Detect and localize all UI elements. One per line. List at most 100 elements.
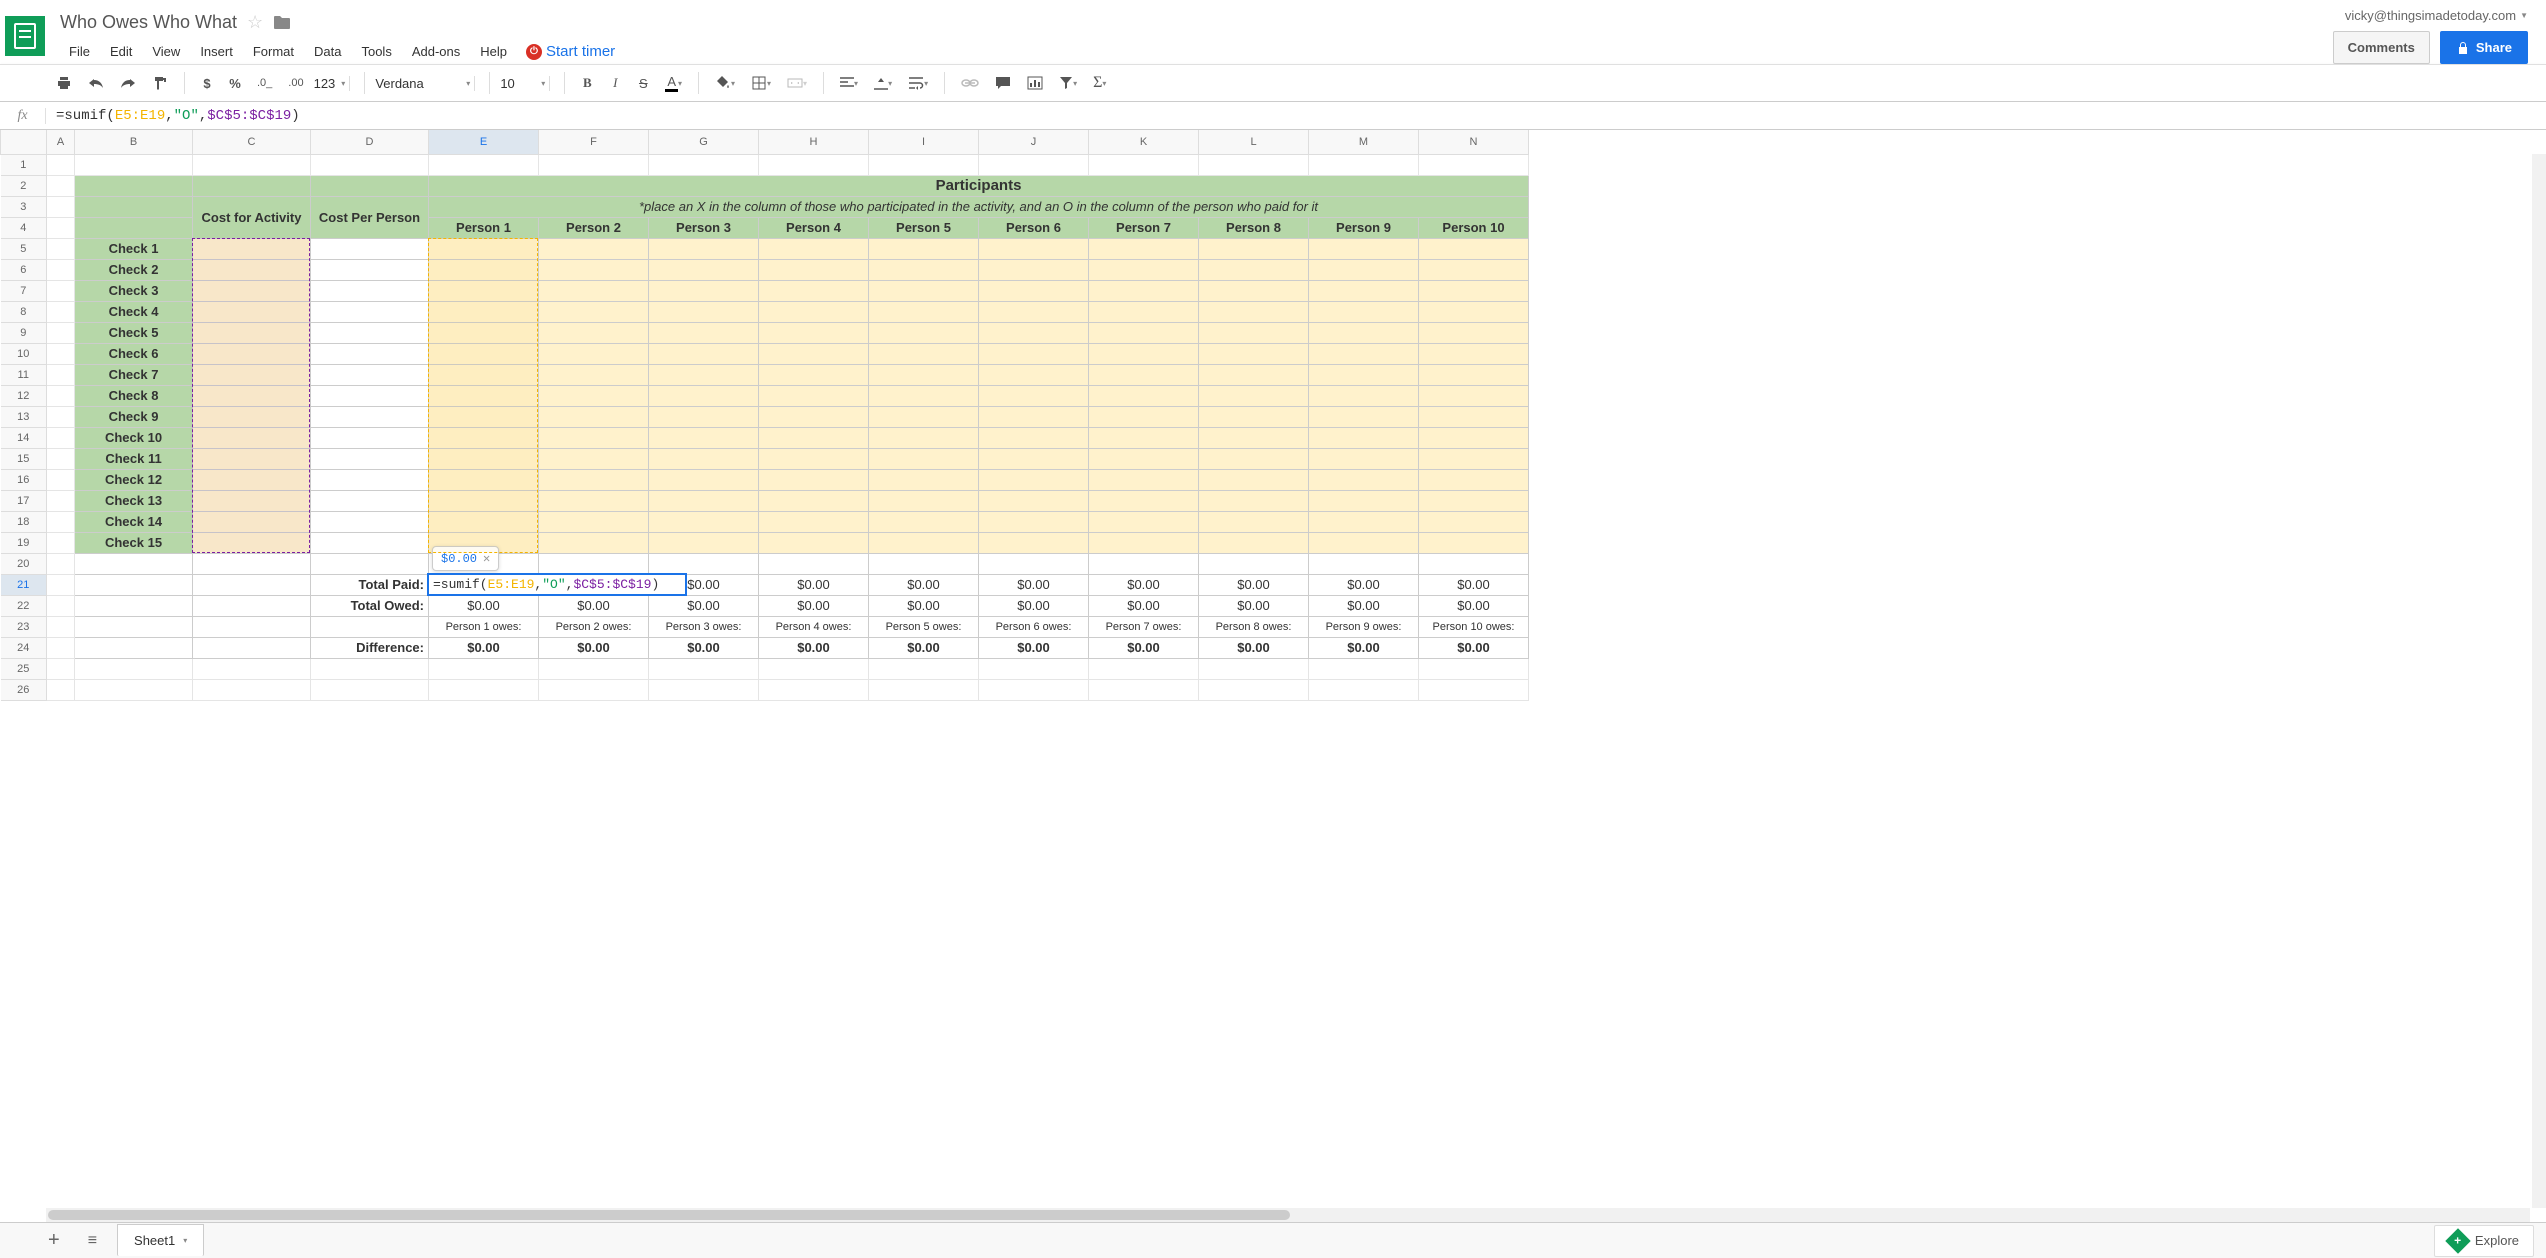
cell-D1[interactable] bbox=[311, 154, 429, 175]
cell-K13[interactable] bbox=[1089, 406, 1199, 427]
cell-K11[interactable] bbox=[1089, 364, 1199, 385]
row-header-10[interactable]: 10 bbox=[1, 343, 47, 364]
cell-N23[interactable]: Person 10 owes: bbox=[1419, 616, 1529, 637]
filter-icon[interactable]: ▾ bbox=[1053, 70, 1083, 96]
cell-E24[interactable]: $0.00 bbox=[429, 637, 539, 658]
cell-N11[interactable] bbox=[1419, 364, 1529, 385]
cell-F22[interactable]: $0.00 bbox=[539, 595, 649, 616]
cell-J17[interactable] bbox=[979, 490, 1089, 511]
borders-icon[interactable]: ▾ bbox=[745, 70, 777, 96]
cell-E9[interactable] bbox=[429, 322, 539, 343]
cell-B24[interactable] bbox=[75, 637, 193, 658]
cell-C19[interactable] bbox=[193, 532, 311, 553]
row-header-20[interactable]: 20 bbox=[1, 553, 47, 574]
cell-I10[interactable] bbox=[869, 343, 979, 364]
cell-G5[interactable] bbox=[649, 238, 759, 259]
cell-I24[interactable]: $0.00 bbox=[869, 637, 979, 658]
increase-decimal-icon[interactable]: .00 bbox=[282, 70, 309, 96]
horizontal-align-icon[interactable]: ▾ bbox=[834, 70, 864, 96]
cell-F19[interactable] bbox=[539, 532, 649, 553]
cell-H15[interactable] bbox=[759, 448, 869, 469]
close-icon[interactable]: ✕ bbox=[483, 551, 490, 566]
cell-B14[interactable]: Check 10 bbox=[75, 427, 193, 448]
cell-E4[interactable]: Person 1 bbox=[429, 217, 539, 238]
cell-C13[interactable] bbox=[193, 406, 311, 427]
cell-K8[interactable] bbox=[1089, 301, 1199, 322]
cell-A16[interactable] bbox=[47, 469, 75, 490]
cell-N15[interactable] bbox=[1419, 448, 1529, 469]
cell-F14[interactable] bbox=[539, 427, 649, 448]
cell-D16[interactable] bbox=[311, 469, 429, 490]
cell-H19[interactable] bbox=[759, 532, 869, 553]
cell-C23[interactable] bbox=[193, 616, 311, 637]
cell-A22[interactable] bbox=[47, 595, 75, 616]
cell-N10[interactable] bbox=[1419, 343, 1529, 364]
cell-C5[interactable] bbox=[193, 238, 311, 259]
cell-L21[interactable]: $0.00 bbox=[1199, 574, 1309, 595]
cell-L8[interactable] bbox=[1199, 301, 1309, 322]
cell-G21[interactable]: $0.00 bbox=[649, 574, 759, 595]
cell-E16[interactable] bbox=[429, 469, 539, 490]
share-button[interactable]: Share bbox=[2440, 31, 2528, 64]
cell-E21[interactable] bbox=[429, 574, 539, 595]
cell-E12[interactable] bbox=[429, 385, 539, 406]
cell-M14[interactable] bbox=[1309, 427, 1419, 448]
cell-M25[interactable] bbox=[1309, 658, 1419, 679]
cell-E25[interactable] bbox=[429, 658, 539, 679]
menu-tools[interactable]: Tools bbox=[352, 40, 400, 63]
cell-C11[interactable] bbox=[193, 364, 311, 385]
cell-L4[interactable]: Person 8 bbox=[1199, 217, 1309, 238]
cell-G15[interactable] bbox=[649, 448, 759, 469]
row-header-22[interactable]: 22 bbox=[1, 595, 47, 616]
cell-E23[interactable]: Person 1 owes: bbox=[429, 616, 539, 637]
cell-D12[interactable] bbox=[311, 385, 429, 406]
cell-L20[interactable] bbox=[1199, 553, 1309, 574]
row-header-25[interactable]: 25 bbox=[1, 658, 47, 679]
cell-N17[interactable] bbox=[1419, 490, 1529, 511]
cell-N5[interactable] bbox=[1419, 238, 1529, 259]
row-header-18[interactable]: 18 bbox=[1, 511, 47, 532]
cell-K12[interactable] bbox=[1089, 385, 1199, 406]
cell-D23[interactable] bbox=[311, 616, 429, 637]
cell-D24[interactable]: Difference: bbox=[311, 637, 429, 658]
cell-I25[interactable] bbox=[869, 658, 979, 679]
cell-F9[interactable] bbox=[539, 322, 649, 343]
cell-K17[interactable] bbox=[1089, 490, 1199, 511]
cell-F16[interactable] bbox=[539, 469, 649, 490]
cell-C8[interactable] bbox=[193, 301, 311, 322]
cell-J7[interactable] bbox=[979, 280, 1089, 301]
fx-icon[interactable]: fx bbox=[0, 108, 46, 124]
cell-B13[interactable]: Check 9 bbox=[75, 406, 193, 427]
column-header-M[interactable]: M bbox=[1309, 130, 1419, 154]
cell-L16[interactable] bbox=[1199, 469, 1309, 490]
cell-L5[interactable] bbox=[1199, 238, 1309, 259]
text-wrap-icon[interactable]: ▾ bbox=[902, 70, 934, 96]
cell-I23[interactable]: Person 5 owes: bbox=[869, 616, 979, 637]
cell-G12[interactable] bbox=[649, 385, 759, 406]
start-timer-button[interactable]: ⏻ Start timer bbox=[526, 43, 615, 60]
cell-C16[interactable] bbox=[193, 469, 311, 490]
cell-F20[interactable] bbox=[539, 553, 649, 574]
cell-N7[interactable] bbox=[1419, 280, 1529, 301]
print-icon[interactable] bbox=[50, 70, 78, 96]
cell-A21[interactable] bbox=[47, 574, 75, 595]
cell-J20[interactable] bbox=[979, 553, 1089, 574]
cell-D19[interactable] bbox=[311, 532, 429, 553]
row-header-24[interactable]: 24 bbox=[1, 637, 47, 658]
cell-G26[interactable] bbox=[649, 679, 759, 700]
cell-I9[interactable] bbox=[869, 322, 979, 343]
cell-M12[interactable] bbox=[1309, 385, 1419, 406]
cell-D25[interactable] bbox=[311, 658, 429, 679]
cell-N4[interactable]: Person 10 bbox=[1419, 217, 1529, 238]
cell-C7[interactable] bbox=[193, 280, 311, 301]
row-header-21[interactable]: 21 bbox=[1, 574, 47, 595]
cell-L1[interactable] bbox=[1199, 154, 1309, 175]
row-header-23[interactable]: 23 bbox=[1, 616, 47, 637]
cell-M26[interactable] bbox=[1309, 679, 1419, 700]
cell-N18[interactable] bbox=[1419, 511, 1529, 532]
cell-D18[interactable] bbox=[311, 511, 429, 532]
cell-G10[interactable] bbox=[649, 343, 759, 364]
cell-K15[interactable] bbox=[1089, 448, 1199, 469]
cell-F25[interactable] bbox=[539, 658, 649, 679]
cell-M9[interactable] bbox=[1309, 322, 1419, 343]
